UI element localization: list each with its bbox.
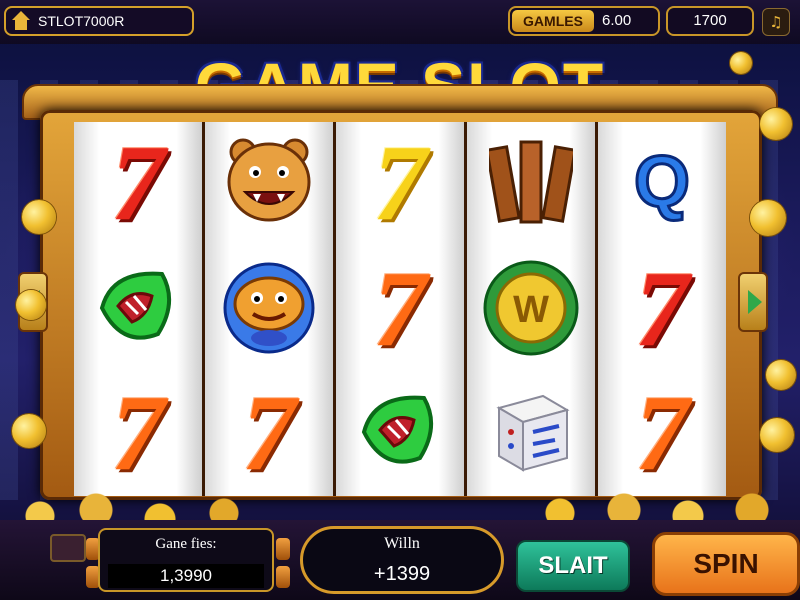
gold-w-medallion-symbol: W <box>483 260 579 356</box>
reel-1: 7 7 <box>74 122 202 496</box>
seven-orange-symbol: 7 <box>373 250 427 369</box>
reel-3-row-1: 7 <box>336 122 464 246</box>
reel-5-row-2: 7 <box>598 248 726 372</box>
reel-2-row-3: 7 <box>205 372 333 496</box>
wood-planks-symbol <box>489 140 573 224</box>
reel-2-row-2 <box>205 248 333 372</box>
spin-button[interactable]: SPIN <box>652 532 800 596</box>
coin-icon <box>730 52 752 74</box>
reel-3-row-3 <box>336 372 464 496</box>
seven-red-symbol: 7 <box>111 124 165 243</box>
tiger-mascot-symbol <box>227 138 311 222</box>
coin-icon <box>22 200 56 234</box>
arrow-right-button[interactable] <box>738 272 768 332</box>
top-bar: STLOT7000R GAMLES 6.00 1700 ♫ <box>0 0 800 44</box>
increase-button[interactable] <box>276 566 290 588</box>
account-name: STLOT7000R <box>38 13 125 29</box>
games-counter: GAMLES 6.00 <box>508 6 660 36</box>
win-panel: Willn +1399 <box>300 526 504 594</box>
home-icon <box>11 11 31 31</box>
screen-icon[interactable] <box>50 534 86 562</box>
seven-orange-symbol: 7 <box>242 374 296 493</box>
seven-orange-symbol: 7 <box>635 374 689 493</box>
reel-4-row-1 <box>467 122 595 246</box>
coin-icon <box>750 200 786 236</box>
reel-1-row-3: 7 <box>74 372 202 496</box>
win-value: +1399 <box>373 563 431 585</box>
reel-4-row-3 <box>467 372 595 496</box>
credits-display: 1700 <box>666 6 754 36</box>
reel-5: Q 7 7 <box>598 122 726 496</box>
reel-1-row-1: 7 <box>74 122 202 246</box>
seven-red-symbol: 7 <box>635 250 689 369</box>
reels-area: 7 7 7 7 7 W Q 7 7 <box>74 122 726 496</box>
crab-mascot-symbol <box>223 262 315 354</box>
reel-2-row-1 <box>205 122 333 246</box>
slait-button[interactable]: SLAIT <box>516 540 630 592</box>
reel-2: 7 <box>205 122 333 496</box>
green-leaf-symbol <box>361 395 434 464</box>
coin-icon <box>16 290 46 320</box>
seven-orange-symbol: 7 <box>111 374 165 493</box>
seven-yellow-symbol: 7 <box>373 124 427 243</box>
coin-icon <box>12 414 46 448</box>
coin-icon <box>760 108 792 140</box>
games-value: 6.00 <box>602 12 632 29</box>
reel-3-row-2: 7 <box>336 248 464 372</box>
blue-q-symbol: Q <box>632 141 691 224</box>
music-note-icon[interactable]: ♫ <box>762 8 790 36</box>
game-files-label: Gane fies: <box>155 536 217 552</box>
green-leaf-symbol <box>99 271 172 340</box>
svg-text:Q: Q <box>634 142 690 222</box>
game-files-value: 1,3990 <box>108 564 264 588</box>
coin-icon <box>766 360 796 390</box>
account-box[interactable]: STLOT7000R <box>4 6 194 36</box>
reel-5-row-1: Q <box>598 122 726 246</box>
reel-4: W <box>467 122 595 496</box>
increase-button[interactable] <box>276 538 290 560</box>
win-label: Willn <box>384 535 420 552</box>
coin-icon <box>760 418 794 452</box>
svg-text:W: W <box>513 289 549 331</box>
reel-1-row-2 <box>74 248 202 372</box>
dice-box-symbol <box>496 394 570 472</box>
reel-3: 7 7 <box>336 122 464 496</box>
reel-4-row-2: W <box>467 248 595 372</box>
games-label: GAMLES <box>512 10 594 32</box>
game-files-panel: Gane fies: 1,3990 <box>98 528 274 592</box>
reel-5-row-3: 7 <box>598 372 726 496</box>
